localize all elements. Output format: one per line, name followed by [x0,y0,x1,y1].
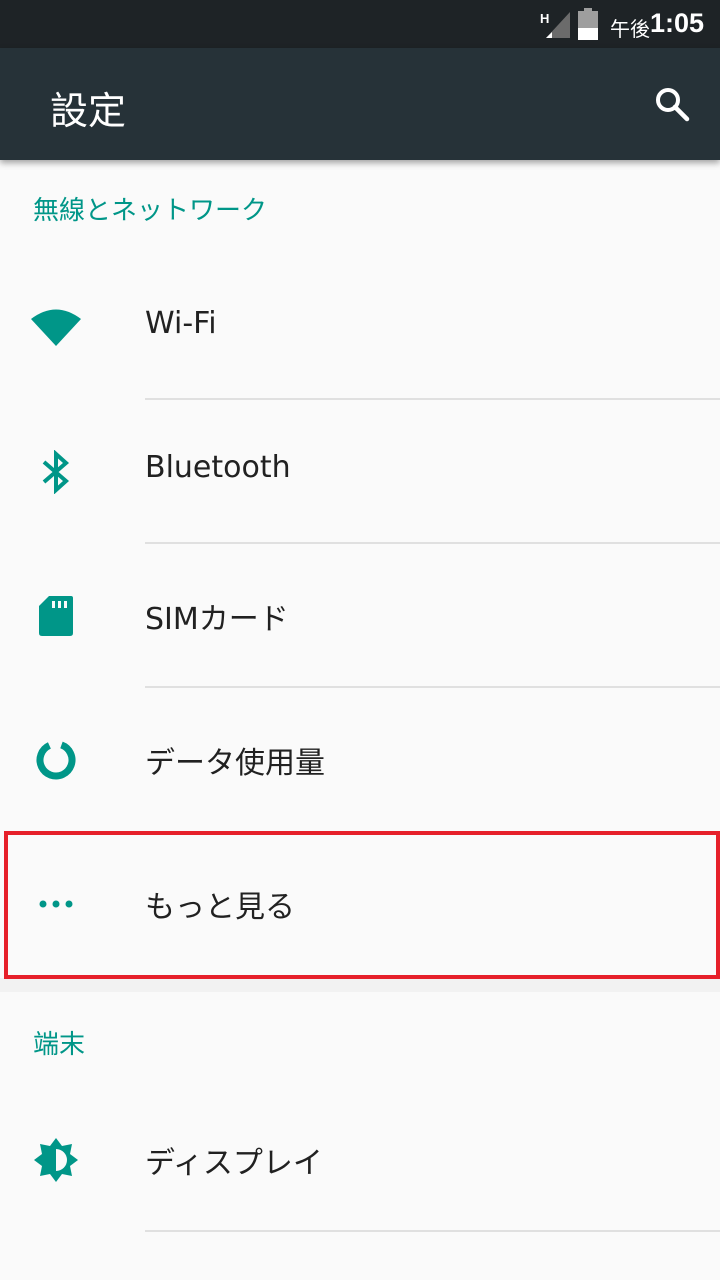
battery-icon [578,8,598,40]
app-bar: 設定 [0,48,720,160]
settings-item-label: SIMカード [145,602,289,637]
settings-item-more[interactable]: もっと見る [0,832,720,976]
page-title: 設定 [50,89,127,133]
search-button[interactable] [642,76,702,132]
settings-item-label: もっと見る [145,890,295,925]
settings-item-label: データ使用量 [145,746,325,781]
divider [145,1230,720,1232]
display-icon [28,1132,84,1188]
network-type-text: H [540,11,549,26]
wifi-icon [28,300,84,356]
section-header: 端末 [33,1030,86,1060]
settings-item-label: Wi-Fi [145,306,217,341]
status-bar: H 午後 1:05 [0,0,720,48]
signal-icon: H [540,11,570,38]
settings-item-wifi[interactable]: Wi-Fi [0,256,720,400]
section-wireless-networks: 無線とネットワーク Wi-Fi Bluetooth SIMカード データ使用量 … [0,160,720,978]
more-icon [28,876,84,932]
settings-item-display[interactable]: ディスプレイ [0,1088,720,1232]
search-icon [656,88,690,122]
sim-card-icon [28,588,84,644]
settings-item-data-usage[interactable]: データ使用量 [0,688,720,832]
bluetooth-icon [28,444,84,500]
settings-item-bluetooth[interactable]: Bluetooth [0,400,720,544]
settings-item-sim-card[interactable]: SIMカード [0,544,720,688]
settings-item-label: ディスプレイ [145,1146,323,1181]
section-header: 無線とネットワーク [33,196,268,226]
clock: 1:05 [650,8,705,38]
data-usage-icon [28,732,84,788]
time-prefix: 午後 [610,17,650,41]
section-device: 端末 ディスプレイ [0,992,720,1280]
settings-item-label: Bluetooth [145,450,291,485]
